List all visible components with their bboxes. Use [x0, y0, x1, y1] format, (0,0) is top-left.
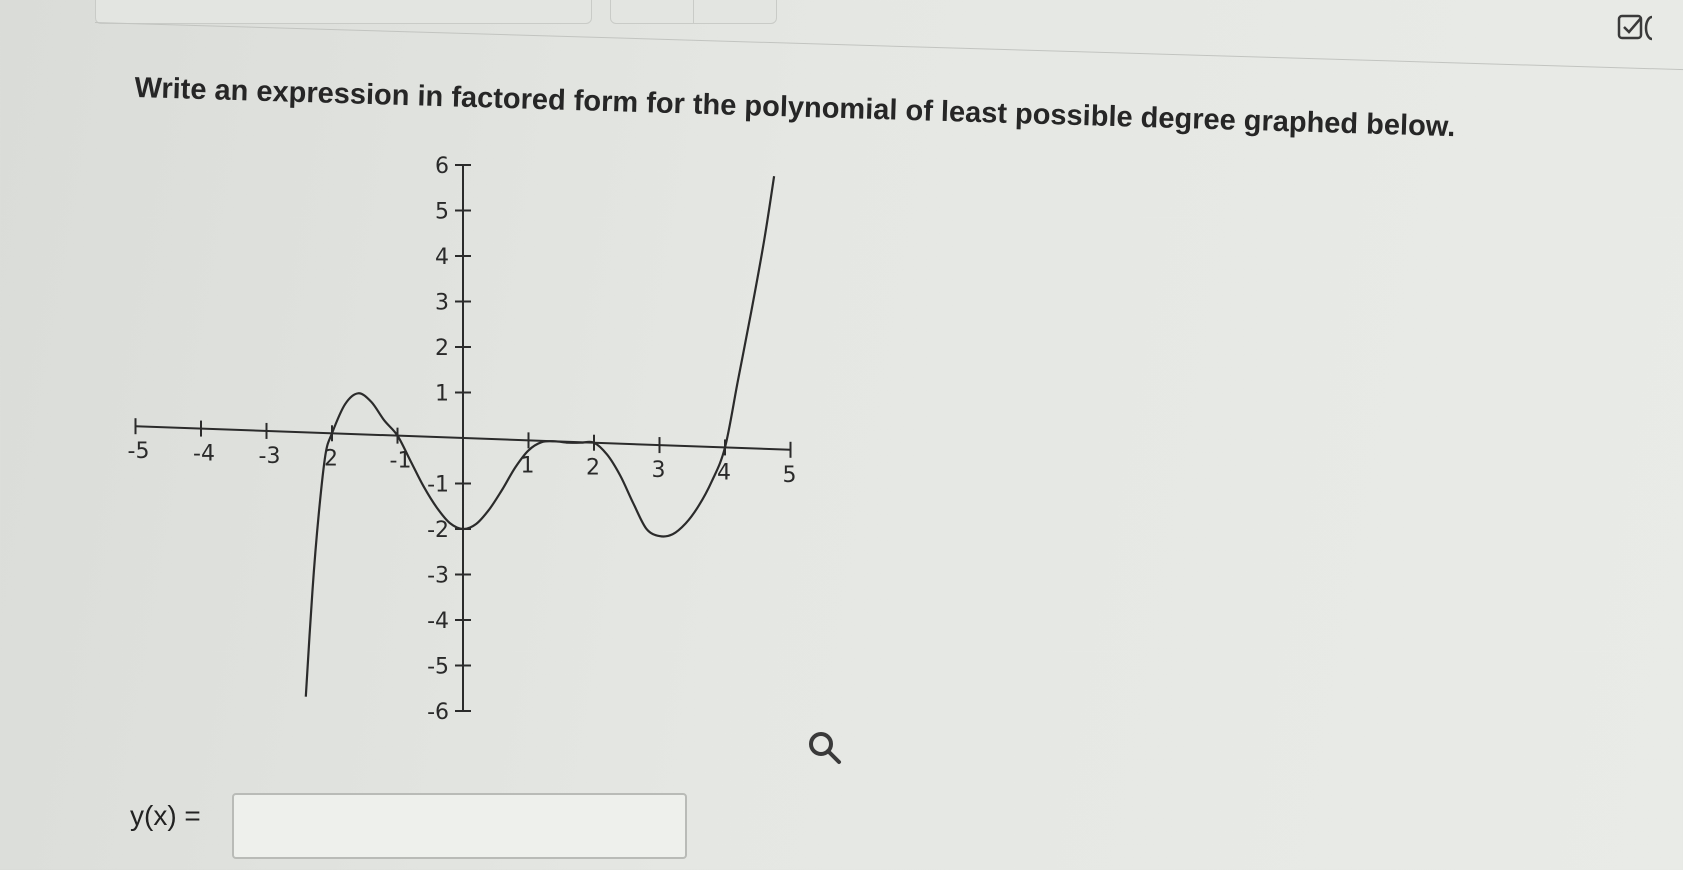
answer-input[interactable]	[232, 793, 687, 859]
top-tab-left[interactable]	[95, 0, 592, 24]
y-tick-label: 1	[435, 382, 449, 407]
question-text: Write an expression in factored form for…	[134, 72, 1456, 144]
x-tick-label: 5	[783, 463, 797, 488]
polynomial-graph: -5 -4 -3 2 -1 1 2 3 4 5-6-5-4-3-2-1123456	[128, 154, 797, 725]
magnifier-icon[interactable]	[805, 728, 845, 768]
x-tick-label: -5	[128, 439, 150, 464]
x-tick-label: -1	[390, 449, 412, 474]
y-tick-label: -1	[427, 473, 449, 498]
y-tick-label: -4	[427, 609, 449, 634]
graph-axes	[135, 165, 791, 711]
y-tick-label: 6	[435, 154, 449, 179]
y-tick-label: 3	[435, 291, 449, 316]
y-tick-label: 5	[435, 200, 449, 225]
x-tick-label: -3	[259, 444, 281, 469]
y-tick-label: 2	[435, 336, 449, 361]
y-tick-label: 4	[435, 245, 449, 270]
x-tick-label: 3	[652, 458, 666, 483]
x-tick-label: 2	[586, 456, 600, 481]
y-tick-label: -6	[427, 700, 449, 725]
answer-label: y(x) =	[130, 800, 201, 831]
polynomial-curve	[304, 176, 776, 697]
y-tick-label: -3	[427, 564, 449, 589]
header-divider	[94, 22, 1683, 74]
answer-row: y(x) =	[130, 793, 700, 870]
checkbox-edit-icon[interactable]	[1616, 11, 1658, 45]
x-tick-label: -4	[193, 442, 215, 467]
y-tick-label: -5	[427, 655, 449, 680]
y-tick-label: -2	[427, 518, 449, 543]
top-tab-right[interactable]	[610, 0, 777, 24]
